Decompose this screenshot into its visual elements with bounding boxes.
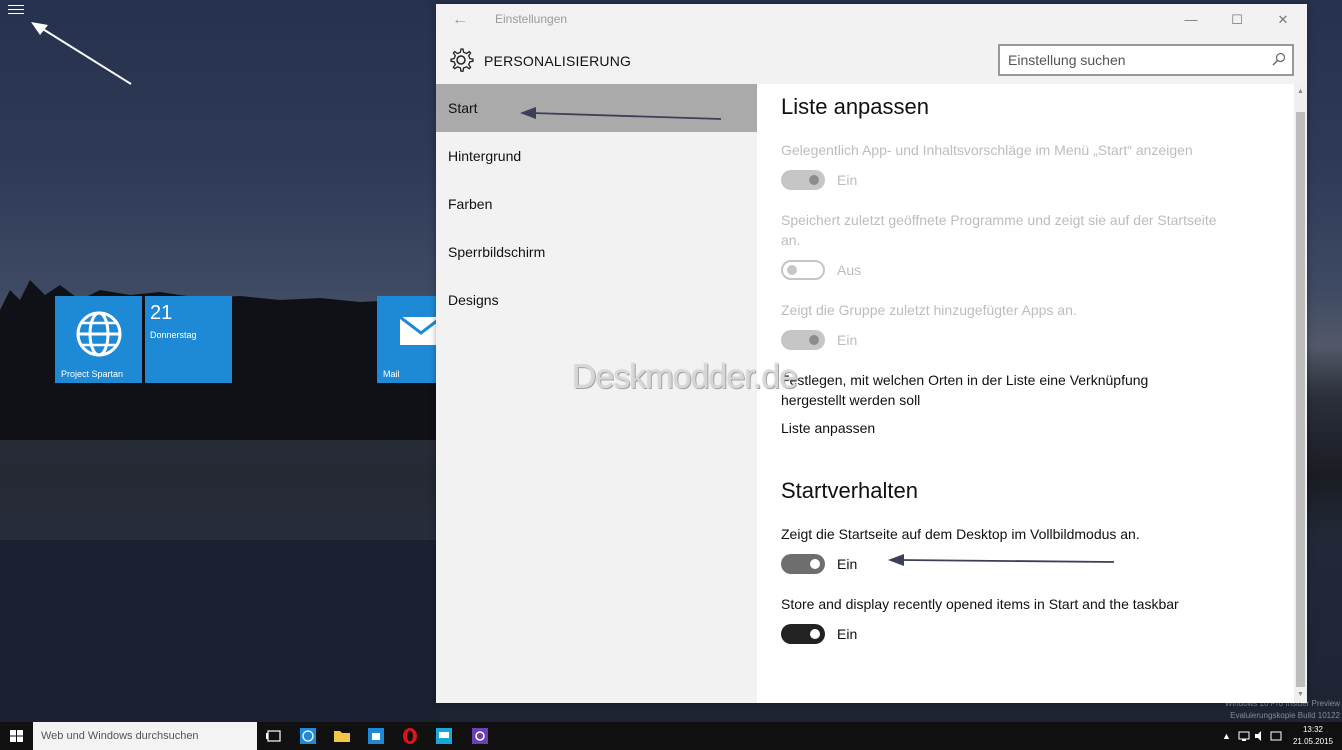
nav-item-farben[interactable]: Farben [436, 180, 757, 228]
annotation-arrow-hamburger [31, 22, 132, 85]
nav-item-start[interactable]: Start [436, 84, 757, 132]
section-title-startverhalten: Startverhalten [781, 478, 918, 503]
windows-logo-icon[interactable] [0, 722, 33, 750]
setting-recent-apps-text: Zeigt die Gruppe zuletzt hinzugefügter A… [781, 302, 1077, 318]
toggle-knob [787, 265, 797, 275]
suggestions-toggle[interactable] [781, 170, 825, 190]
window-title: Einstellungen [495, 12, 568, 26]
page-header: PERSONALISIERUNG [436, 36, 1307, 84]
file-explorer-icon[interactable] [332, 726, 352, 746]
nav-item-designs[interactable]: Designs [436, 276, 757, 324]
edge-browser-icon[interactable] [298, 726, 318, 746]
setting-recent-programs-text: Speichert zuletzt geöffnete Programme un… [781, 212, 1217, 248]
scroll-up-arrow-icon[interactable]: ▲ [1294, 84, 1307, 100]
toggle-knob [809, 335, 819, 345]
back-button[interactable]: ← [442, 9, 478, 31]
page-title: PERSONALISIERUNG [484, 53, 632, 69]
search-input[interactable] [1008, 50, 1258, 70]
recent-apps-toggle[interactable] [781, 330, 825, 350]
maximize-button[interactable]: ☐ [1214, 4, 1260, 36]
opera-browser-icon[interactable] [400, 726, 420, 746]
customize-list-link[interactable]: Liste anpassen [781, 420, 875, 436]
calendar-weekday: Donnerstag [150, 330, 197, 340]
tile-project-spartan[interactable]: Project Spartan [55, 296, 142, 383]
taskbar-clock[interactable]: 13:32 21.05.2015 [1288, 724, 1338, 748]
remote-desktop-icon[interactable] [434, 726, 454, 746]
setting-fullscreen-text: Zeigt die Startseite auf dem Desktop im … [781, 526, 1140, 542]
clock-time: 13:32 [1302, 725, 1324, 734]
recent-items-toggle[interactable] [781, 624, 825, 644]
chevron-up-icon[interactable]: ▲ [1222, 730, 1234, 742]
clock-date: 21.05.2015 [1292, 737, 1334, 746]
taskbar: Web und Windows durchsuchen ▲ 13:32 21.0… [0, 722, 1342, 750]
minimize-button[interactable]: — [1168, 4, 1214, 36]
tile-calendar[interactable]: 21 Donnerstag [145, 296, 232, 383]
settings-window: ← Einstellungen — ☐ ✕ PERSONALISIERUNG S… [436, 4, 1307, 703]
scrollbar-thumb[interactable] [1296, 112, 1305, 687]
task-view-icon[interactable] [264, 726, 284, 746]
tile-mail[interactable]: Mail [377, 296, 437, 383]
calendar-day: 21 [150, 302, 173, 324]
taskbar-search-box[interactable]: Web und Windows durchsuchen [33, 722, 257, 750]
settings-content: Liste anpassen Gelegentlich App- und Inh… [757, 84, 1294, 703]
eval-line: Evaluierungskopie Build 10122 [1230, 711, 1340, 720]
toggle-knob [809, 175, 819, 185]
setting-folders-text: Festlegen, mit welchen Orten in der List… [781, 372, 1149, 408]
tile-label: Mail [383, 369, 400, 379]
nav-item-sperrbildschirm[interactable]: Sperrbildschirm [436, 228, 757, 276]
gear-icon [450, 48, 474, 72]
scroll-down-arrow-icon[interactable]: ▼ [1294, 687, 1307, 703]
title-bar[interactable]: ← Einstellungen — ☐ ✕ [436, 4, 1307, 36]
nav-item-hintergrund[interactable]: Hintergrund [436, 132, 757, 180]
globe-icon [76, 311, 122, 357]
recent-programs-toggle-state: Aus [837, 262, 862, 278]
mail-icon [399, 316, 437, 345]
toggle-knob [810, 629, 820, 639]
toggle-knob [810, 559, 820, 569]
recent-programs-toggle[interactable] [781, 260, 825, 280]
setting-suggestions-text: Gelegentlich App- und Inhaltsvorschläge … [781, 142, 1193, 158]
network-icon[interactable] [1238, 730, 1250, 742]
close-button[interactable]: ✕ [1260, 4, 1306, 36]
setting-recent-items-text: Store and display recently opened items … [781, 596, 1179, 612]
suggestions-toggle-state: Ein [837, 172, 858, 188]
settings-search-box[interactable] [998, 44, 1294, 76]
recent-apps-toggle-state: Ein [837, 332, 858, 348]
settings-nav: Start Hintergrund Farben Sperrbildschirm… [436, 84, 757, 703]
fullscreen-toggle[interactable] [781, 554, 825, 574]
volume-icon[interactable] [1254, 730, 1266, 742]
store-icon[interactable] [366, 726, 386, 746]
recent-items-toggle-state: Ein [837, 626, 858, 642]
hamburger-menu-icon[interactable] [8, 5, 24, 17]
settings-app-icon[interactable] [470, 726, 490, 746]
vertical-scrollbar[interactable]: ▲ ▼ [1294, 84, 1307, 703]
search-icon[interactable] [1272, 52, 1286, 66]
fullscreen-toggle-state: Ein [837, 556, 858, 572]
notification-icon[interactable] [1270, 730, 1282, 742]
section-title-liste-anpassen: Liste anpassen [781, 94, 929, 119]
tile-label: Project Spartan [61, 369, 124, 379]
